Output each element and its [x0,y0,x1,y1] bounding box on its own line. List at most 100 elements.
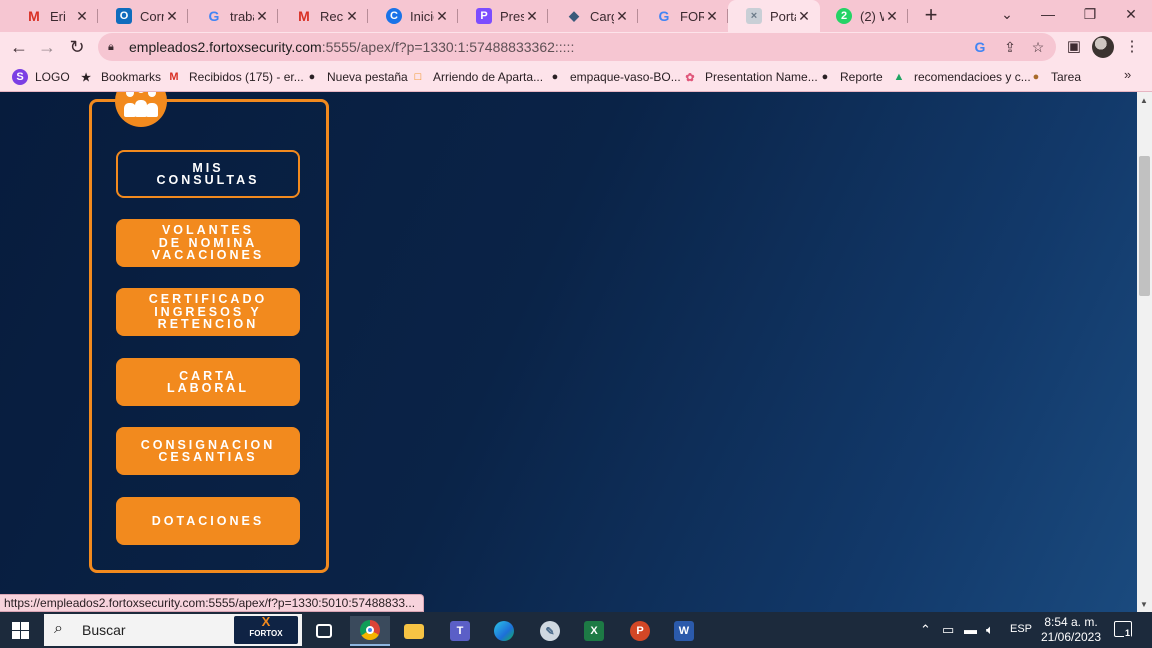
task-view-icon[interactable] [304,616,344,646]
share-icon[interactable]: ⇪ [1000,37,1020,57]
volantes-nomina-button[interactable]: VOLANTES DE NOMINA VACACIONES [116,219,300,267]
close-tab-icon[interactable]: ✕ [884,8,900,25]
address-bar[interactable]: 🔒︎ empleados2.fortoxsecurity.com:5555/ap… [98,33,1056,61]
scroll-down-icon[interactable]: ▼ [1140,600,1148,609]
square-orange-icon: □ [414,71,422,83]
windows-start-icon[interactable] [12,622,29,639]
close-tab-icon[interactable]: ✕ [344,8,360,25]
reload-icon[interactable]: ↻ [64,34,90,60]
bookmark-item[interactable]: S LOGO [12,67,70,87]
chrome-taskbar-icon[interactable] [350,616,390,646]
close-tab-icon[interactable]: ✕ [704,8,720,25]
star-icon: ★ [81,71,91,84]
back-icon[interactable]: ← [6,34,32,60]
bookmark-label: Reporte [840,70,883,84]
menu-kebab-icon[interactable]: ⋮ [1120,35,1144,59]
certificado-ingresos-button[interactable]: CERTIFICADO INGRESOS Y RETENCION [116,288,300,336]
bookmark-item[interactable]: ✿ Presentation Name... [682,67,817,87]
bookmark-label: empaque-vaso-BO... [570,70,681,84]
close-tab-icon[interactable]: ✕ [74,8,90,25]
bookmark-label: Arriendo de Aparta... [433,70,544,84]
gmail-icon: M [298,8,310,24]
bookmark-item[interactable]: ● empaque-vaso-BO... [547,67,681,87]
tab-8[interactable]: G FORTO✕ [638,0,728,32]
teams-icon[interactable]: T [440,616,480,646]
tab-title: Correo [140,8,164,24]
tab-title: (2) Wh [860,8,884,24]
close-tab-icon[interactable]: ✕ [614,8,630,25]
scroll-up-icon[interactable]: ▲ [1140,96,1148,105]
tab-title: Portal [770,8,796,24]
profile-avatar[interactable] [1092,36,1114,58]
dotaciones-button[interactable]: DOTACIONES [116,497,300,545]
edge-icon[interactable] [484,616,524,646]
notifications-icon[interactable] [1114,621,1132,638]
tray-display-icon[interactable]: ▭ [942,622,954,638]
bookmark-item[interactable]: M Recibidos (175) - er... [166,67,303,87]
bookmark-label: recomendacioes y c... [914,70,1031,84]
language-indicator[interactable]: ESP [1010,623,1032,635]
bookmark-item[interactable]: ● Tarea [1028,67,1081,87]
tab-1[interactable]: M Eri ✕ [8,0,98,32]
bookmark-label: Nueva pestaña [327,70,408,84]
close-tab-icon[interactable]: ✕ [796,8,812,25]
broken-image-icon: × [746,8,762,24]
clock-time: 8:54 a. m. [1044,615,1098,629]
page-viewport: MIS CONSULTAS VOLANTES DE NOMINA VACACION… [0,92,1137,612]
file-explorer-icon[interactable] [394,616,434,646]
tab-9[interactable]: × Portal✕ [728,0,820,32]
tab-title: Presen [500,8,524,24]
graduation-cap-icon: ◆ [569,8,579,23]
tab-2[interactable]: O Correo✕ [98,0,188,32]
tray-chevron-icon[interactable]: ⌃ [920,622,931,638]
google-icon: G [208,8,220,24]
clock[interactable]: 8:54 a. m. 21/06/2023 [1036,615,1106,645]
close-tab-icon[interactable]: ✕ [434,8,450,25]
excel-icon[interactable]: X [574,616,614,646]
forward-icon[interactable]: → [34,34,60,60]
close-window-icon[interactable]: ✕ [1110,0,1152,30]
tab-3[interactable]: Gtrabajo✕ [188,0,278,32]
tab-4[interactable]: M Recibid✕ [278,0,368,32]
bookmark-item[interactable]: ★ Bookmarks [78,67,161,87]
globe-icon: ● [821,71,829,83]
carta-laboral-button[interactable]: CARTA LABORAL [116,358,300,406]
google-icon: G [658,8,670,24]
tab-7[interactable]: ◆ Cargar✕ [548,0,638,32]
paint-icon[interactable]: ✎ [530,616,570,646]
bookmark-item[interactable]: □ Arriendo de Aparta... [410,67,543,87]
tab-search-icon[interactable]: ⌄ [986,0,1028,30]
page-scrollbar[interactable]: ▲ ▼ [1137,92,1152,612]
scroll-thumb[interactable] [1139,156,1150,296]
tab-title: Recibid [320,8,344,24]
restore-icon[interactable]: ❐ [1069,0,1111,30]
volume-icon[interactable]: 🔈︎ [986,622,994,638]
tab-10[interactable]: 2 (2) Wh✕ [818,0,908,32]
tab-6[interactable]: P Presen✕ [458,0,548,32]
battery-icon[interactable]: ▬ [964,622,977,637]
bookmarks-bar: S LOGO ★ Bookmarks M Recibidos (175) - er... ●… [0,62,1152,92]
whatsapp-icon: 2 [836,8,852,24]
word-icon[interactable]: W [664,616,704,646]
new-tab-button[interactable]: + [918,3,944,29]
bookmark-item[interactable]: ▲ recomendacioes y c... [891,67,1031,87]
close-tab-icon[interactable]: ✕ [524,8,540,25]
tab-5[interactable]: C Inicio✕ [368,0,458,32]
mis-consultas-button[interactable]: MIS CONSULTAS [116,150,300,198]
close-tab-icon[interactable]: ✕ [254,8,270,25]
consignacion-cesantias-button[interactable]: CONSIGNACION CESANTIAS [116,427,300,475]
bookmark-item[interactable]: ● Nueva pestaña [304,67,408,87]
fortox-logo-icon[interactable]: FORTOX [234,604,298,644]
browser-toolbar: ← → ↻ 🔒︎ empleados2.fortoxsecurity.com:5… [0,32,1152,62]
bookmark-label: Bookmarks [101,70,162,84]
minimize-icon[interactable]: — [1027,0,1069,30]
bookmark-item[interactable]: ● Reporte [817,67,883,87]
google-lens-icon[interactable]: G [970,37,990,57]
bookmark-star-icon[interactable]: ☆ [1028,37,1048,57]
more-bookmarks-icon[interactable]: » [1124,67,1131,82]
clock-date: 21/06/2023 [1040,630,1102,644]
side-panel-icon[interactable]: ▣ [1062,35,1086,59]
close-tab-icon[interactable]: ✕ [164,8,180,25]
search-icon: ⌕ [54,620,63,637]
powerpoint-icon[interactable]: P [620,616,660,646]
